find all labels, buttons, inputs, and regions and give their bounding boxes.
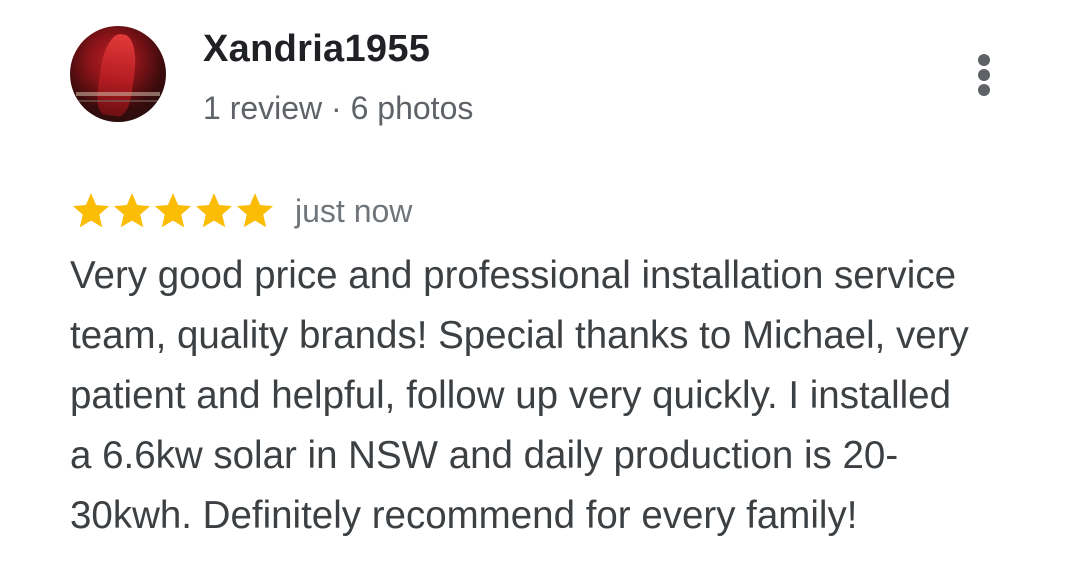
- author-name[interactable]: Xandria1955: [203, 28, 430, 71]
- avatar-detail: [76, 92, 160, 96]
- more-vert-icon: [978, 84, 990, 96]
- author-meta: 1 review · 6 photos: [203, 90, 474, 126]
- rating-row: just now: [70, 186, 412, 236]
- star-rating: [70, 190, 275, 232]
- star-icon: [111, 190, 153, 232]
- more-options-button[interactable]: [968, 50, 1000, 100]
- avatar-figure: [94, 32, 140, 118]
- more-vert-icon: [978, 69, 990, 81]
- avatar-detail: [76, 100, 160, 102]
- review-card: Xandria1955 1 review · 6 photos just now…: [0, 0, 1078, 588]
- review-timestamp: just now: [295, 192, 413, 229]
- star-icon: [234, 190, 276, 232]
- star-icon: [152, 190, 194, 232]
- more-vert-icon: [978, 54, 990, 66]
- star-icon: [193, 190, 235, 232]
- author-avatar[interactable]: [70, 26, 166, 122]
- review-text: Very good price and professional install…: [70, 254, 969, 537]
- star-icon: [70, 190, 112, 232]
